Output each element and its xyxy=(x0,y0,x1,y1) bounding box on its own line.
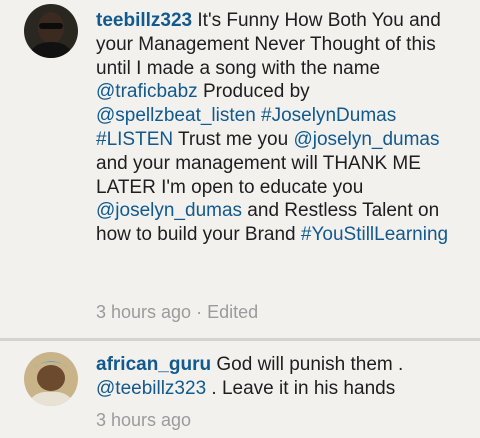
comment-item: african_guru God will punish them . @tee… xyxy=(0,341,480,438)
hashtag-link[interactable]: #JoselynDumas xyxy=(261,105,396,126)
comment-item: teebillz323 It's Funny How Both You and … xyxy=(0,0,480,340)
comment-text: God will punish them . xyxy=(216,354,404,375)
comment-timestamp: 3 hours ago xyxy=(96,302,192,322)
meta-separator: · xyxy=(196,302,203,322)
mention-link[interactable]: @teebillz323 xyxy=(96,378,206,399)
hashtag-link[interactable]: #LISTEN xyxy=(96,129,173,150)
comment-meta: 3 hours ago · Edited xyxy=(96,302,258,323)
comment-text: . Leave it in his hands xyxy=(206,377,396,399)
comment-username[interactable]: teebillz323 xyxy=(96,10,192,31)
comment-body: african_guru God will punish them . @tee… xyxy=(96,353,470,401)
edited-label: Edited xyxy=(207,302,259,322)
comment-text: and your management will THANK ME LATER … xyxy=(96,152,421,198)
comment-meta: 3 hours ago xyxy=(96,410,191,431)
comment-timestamp: 3 hours ago xyxy=(96,410,192,430)
comment-username[interactable]: african_guru xyxy=(96,354,211,375)
mention-link[interactable]: @joselyn_dumas xyxy=(293,129,439,150)
comment-text: Produced by xyxy=(197,81,310,103)
comment-body: teebillz323 It's Funny How Both You and … xyxy=(96,9,470,247)
avatar[interactable] xyxy=(24,4,78,58)
mention-link[interactable]: @joselyn_dumas xyxy=(96,200,242,221)
hashtag-link[interactable]: #YouStillLearning xyxy=(301,224,448,245)
comment-feed: teebillz323 It's Funny How Both You and … xyxy=(0,0,480,438)
mention-link[interactable]: @spellzbeat_listen xyxy=(96,105,256,126)
avatar[interactable] xyxy=(24,352,78,406)
comment-text: Trust me you xyxy=(173,128,294,150)
mention-link[interactable]: @traficbabz xyxy=(96,81,198,102)
